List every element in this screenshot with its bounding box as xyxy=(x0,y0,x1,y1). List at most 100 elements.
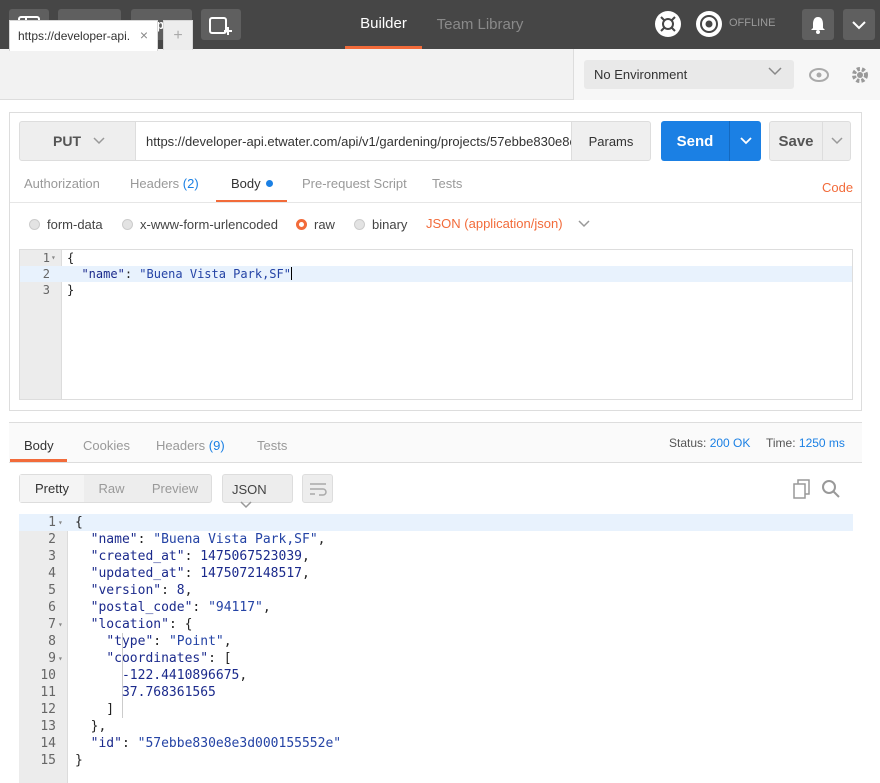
format-pretty-button[interactable]: Pretty xyxy=(20,475,84,502)
bell-icon xyxy=(811,16,825,34)
line-number: 5 xyxy=(48,583,56,598)
radio-selected-icon xyxy=(296,218,307,230)
line-number: 7 xyxy=(48,617,56,632)
chevron-down-icon xyxy=(739,137,752,145)
response-tab-headers-label: Headers xyxy=(156,438,206,453)
time-label: Time: xyxy=(766,436,796,450)
eye-icon[interactable] xyxy=(804,60,834,89)
tab-headers-label: Headers xyxy=(130,176,180,191)
radio-binary[interactable]: binary xyxy=(354,215,407,233)
editor-line-text: { xyxy=(67,251,75,265)
environment-select[interactable]: No Environment xyxy=(584,60,794,89)
radio-x-www-form-urlencoded[interactable]: x-www-form-urlencoded xyxy=(122,215,278,233)
request-tab[interactable]: https://developer-api. × xyxy=(9,20,158,51)
radio-icon xyxy=(122,218,133,230)
response-tab-body[interactable]: Body xyxy=(10,438,67,462)
json-key: "name" xyxy=(81,267,125,281)
line-number: 2 xyxy=(48,532,56,547)
tab-builder[interactable]: Builder xyxy=(345,0,422,49)
search-icon[interactable] xyxy=(820,478,842,500)
chevron-down-icon xyxy=(768,65,782,79)
copy-icon[interactable] xyxy=(791,478,813,500)
params-button[interactable]: Params xyxy=(571,121,651,161)
save-button[interactable]: Save xyxy=(769,121,851,161)
response-line-text: "created_at": 1475067523039, xyxy=(90,549,310,564)
tab-tests[interactable]: Tests xyxy=(432,176,462,202)
user-menu-button[interactable] xyxy=(843,9,875,40)
line-number: 9 xyxy=(48,651,56,666)
line-number: 13 xyxy=(40,719,56,734)
line-number: 14 xyxy=(40,736,56,751)
tab-headers[interactable]: Headers (2) xyxy=(130,176,199,202)
response-body-viewer[interactable]: 1 ▾{2 "name": "Buena Vista Park,SF", 3 "cr… xyxy=(19,514,853,783)
response-line: 15} xyxy=(19,752,853,769)
line-number: 12 xyxy=(40,702,56,717)
environment-select-value: No Environment xyxy=(594,67,688,82)
radio-label: binary xyxy=(372,216,408,232)
divider xyxy=(10,202,861,203)
sync-status-icon[interactable] xyxy=(696,11,722,37)
request-body-editor[interactable]: 1 ▾ { 2 "name": "Buena Vista Park,SF" 3 } xyxy=(19,249,853,400)
response-line-text: "version": 8, xyxy=(90,583,193,598)
response-line: 3 "created_at": 1475067523039, xyxy=(19,548,853,565)
close-icon[interactable]: × xyxy=(140,27,148,43)
line-number: 15 xyxy=(40,753,56,768)
send-label: Send xyxy=(676,132,714,150)
response-line: 10 -122.4410896675, xyxy=(19,667,853,684)
divider xyxy=(9,462,862,463)
format-raw-button[interactable]: Raw xyxy=(84,475,139,502)
method-select[interactable]: PUT xyxy=(19,121,136,161)
format-preview-button[interactable]: Preview xyxy=(139,475,211,502)
send-button[interactable]: Send xyxy=(661,121,761,161)
status-value: 200 OK xyxy=(709,436,751,450)
radio-raw[interactable]: raw xyxy=(296,215,335,233)
new-tab-button[interactable]: + xyxy=(163,20,193,50)
fold-toggle-icon[interactable]: ▾ xyxy=(58,514,63,531)
line-number: 10 xyxy=(40,668,56,683)
save-options-button[interactable] xyxy=(822,122,851,160)
response-line-text: "id": "57ebbe830e8e3d000155552e" xyxy=(90,736,342,751)
response-line-text: "location": { xyxy=(90,617,193,632)
response-language-select[interactable]: JSON xyxy=(222,474,293,509)
chevron-down-icon xyxy=(831,137,843,145)
content-type-select[interactable]: JSON (application/json) xyxy=(426,216,590,231)
response-line: 9 ▾ "coordinates": [ xyxy=(19,650,853,667)
editor-line: 1 ▾ { xyxy=(42,251,75,265)
interceptor-icon[interactable] xyxy=(655,11,681,37)
time-readout: Time: 1250 ms xyxy=(766,436,845,450)
response-tab-cookies[interactable]: Cookies xyxy=(83,438,130,462)
json-value: "Buena Vista Park,SF" xyxy=(139,267,291,281)
tab-body[interactable]: Body xyxy=(216,176,287,203)
tab-authorization[interactable]: Authorization xyxy=(24,176,100,202)
response-line-text: "type": "Point", xyxy=(106,634,232,649)
wrap-lines-button[interactable] xyxy=(302,474,333,503)
response-line: 5 "version": 8, xyxy=(19,582,853,599)
response-language-label: JSON xyxy=(232,482,267,497)
fold-toggle-icon[interactable]: ▾ xyxy=(58,616,63,633)
radio-form-data[interactable]: form-data xyxy=(29,215,103,233)
response-tab-headers[interactable]: Headers (9) xyxy=(156,438,225,462)
offline-status: OFFLINE xyxy=(729,17,776,29)
tab-team-library[interactable]: Team Library xyxy=(430,0,530,49)
line-number: 1 xyxy=(48,515,56,530)
notifications-button[interactable] xyxy=(802,9,834,40)
response-line: 13 }, xyxy=(19,718,853,735)
response-headers-count: (9) xyxy=(208,438,225,453)
modified-dot-icon xyxy=(265,180,273,187)
gear-icon[interactable] xyxy=(845,60,875,89)
response-tab-tests[interactable]: Tests xyxy=(257,438,287,462)
status-readout: Status: 200 OK xyxy=(669,436,750,450)
code-link[interactable]: Code xyxy=(822,180,853,195)
line-number: 4 xyxy=(48,566,56,581)
response-line-text: { xyxy=(75,515,83,530)
url-input[interactable]: https://developer-api.etwater.com/api/v1… xyxy=(136,121,571,161)
content-type-label: JSON (application/json) xyxy=(426,216,563,231)
time-value: 1250 ms xyxy=(798,436,845,450)
new-button[interactable] xyxy=(201,9,241,40)
response-line: 11 37.768361565 xyxy=(19,684,853,701)
tab-pre-request-script[interactable]: Pre-request Script xyxy=(302,176,407,202)
fold-toggle-icon[interactable]: ▾ xyxy=(58,650,63,667)
method-label: PUT xyxy=(53,133,81,149)
response-line: 1 ▾ { xyxy=(19,514,853,531)
send-options-button[interactable] xyxy=(729,121,761,161)
